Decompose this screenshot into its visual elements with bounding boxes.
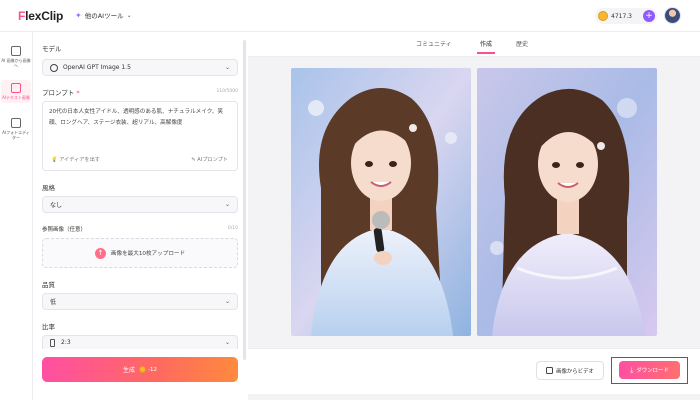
model-label: モデル xyxy=(42,45,62,53)
ratio-label: 比率 xyxy=(42,323,55,331)
required-mark: * xyxy=(76,89,80,97)
flexclip-logo[interactable]: FlexClip xyxy=(18,9,63,23)
chevron-down-icon: ⌄ xyxy=(126,11,132,19)
style-value: なし xyxy=(50,202,63,209)
text-to-image-icon xyxy=(11,83,21,93)
chevron-down-icon: ⌄ xyxy=(224,64,230,71)
ratio-value: 2:3 xyxy=(61,339,71,346)
idol-photo-2 xyxy=(477,68,657,336)
photo-editor-icon xyxy=(11,118,21,128)
bottom-action-bar: 画像からビデオ ⤓ ダウンロード xyxy=(248,348,700,394)
settings-panel: モデル OpenAI GPT Image 1.5 ⌄ プロンプト * 110/5… xyxy=(34,32,246,400)
ai-prompt-label: AIプロンプト xyxy=(197,157,228,163)
prompt-label-text: プロンプト xyxy=(42,89,75,97)
prompt-textarea[interactable]: 20代の日本人女性アイドル、透明感のある肌、ナチュラルメイク、笑顔、ロングヘア、… xyxy=(42,101,238,171)
model-value: OpenAI GPT Image 1.5 xyxy=(63,64,131,71)
add-credits-button[interactable]: + xyxy=(643,10,655,22)
upload-images-button[interactable]: ↑ 画像を最大10枚アップロード xyxy=(42,238,238,268)
style-label: 風格 xyxy=(42,184,55,192)
credits-value: 4717.3 xyxy=(611,12,632,20)
ai-prompt-button[interactable]: ✎ AIプロンプト xyxy=(191,156,228,163)
other-ai-tools-menu[interactable]: ✦ 他のAIツール ⌄ xyxy=(75,10,132,21)
coin-icon xyxy=(598,11,608,21)
download-button[interactable]: ⤓ ダウンロード xyxy=(619,361,680,379)
generate-button[interactable]: 生成 -12 xyxy=(42,357,238,382)
main-area: コミュニティ 作成 歴史 画像からビデオ ⤓ ダウンロード xyxy=(248,32,700,400)
download-label: ダウンロード xyxy=(636,368,669,374)
ratio-select[interactable]: 2:3 ⌄ xyxy=(42,335,238,349)
generate-label: 生成 xyxy=(123,367,136,374)
reference-image-label: 参照画像（任意） xyxy=(42,227,87,233)
image-to-image-icon xyxy=(11,46,21,56)
user-avatar[interactable] xyxy=(664,7,681,24)
prompt-text[interactable]: 20代の日本人女性アイドル、透明感のある肌、ナチュラルメイク、笑顔、ロングヘア、… xyxy=(49,107,233,128)
sparkle-icon: ✦ xyxy=(75,10,82,20)
prompt-counter: 110/5000 xyxy=(216,89,238,94)
quality-select[interactable]: 低 ⌄ xyxy=(42,293,238,310)
cost-value: -12 xyxy=(148,366,157,373)
chevron-down-icon: ⌄ xyxy=(224,201,230,208)
nav-item-photo-editor[interactable]: AIフォトエディター xyxy=(1,118,31,140)
reference-counter: 0/10 xyxy=(227,226,238,231)
nav-item-label: AIフォトエディター xyxy=(2,130,30,140)
tab-create[interactable]: 作成 xyxy=(476,39,496,54)
image-to-video-label: 画像からビデオ xyxy=(556,368,594,375)
generated-image-2[interactable] xyxy=(477,68,657,336)
quality-value: 低 xyxy=(50,299,57,306)
nav-item-label: AI 画像から画像へ xyxy=(1,58,31,68)
left-tool-nav: AI 画像から画像へ AIテキスト画像 AIフォトエディター xyxy=(0,32,33,400)
style-select[interactable]: なし ⌄ xyxy=(42,196,238,213)
idol-photo-1 xyxy=(291,68,471,336)
nav-item-image-to-image[interactable]: AI 画像から画像へ xyxy=(1,46,31,68)
top-bar: FlexClip ✦ 他のAIツール ⌄ 4717.3 + xyxy=(0,0,700,32)
logo-text: lexClip xyxy=(25,9,64,23)
prompt-label: プロンプト * xyxy=(42,87,80,97)
generated-image-1[interactable] xyxy=(291,68,471,336)
video-icon xyxy=(546,367,554,374)
panel-scrollbar[interactable] xyxy=(243,40,246,360)
tab-history[interactable]: 歴史 xyxy=(516,39,528,48)
upload-icon: ↑ xyxy=(94,247,106,259)
image-to-video-button[interactable]: 画像からビデオ xyxy=(536,361,604,380)
model-select[interactable]: OpenAI GPT Image 1.5 ⌄ xyxy=(42,59,238,76)
tab-bar: コミュニティ 作成 歴史 xyxy=(248,32,700,57)
credits-badge[interactable]: 4717.3 + xyxy=(595,8,657,24)
ai-tools-label: 他のAIツール xyxy=(84,12,124,20)
openai-icon xyxy=(50,63,58,72)
tab-community[interactable]: コミュニティ xyxy=(416,39,452,48)
portrait-ratio-icon xyxy=(50,338,55,347)
idea-label: アイディアを出す xyxy=(59,157,100,163)
chevron-down-icon: ⌄ xyxy=(224,339,230,346)
generate-idea-button[interactable]: 💡 アイディアを出す xyxy=(51,156,100,163)
quality-label: 品質 xyxy=(42,281,55,289)
nav-item-label: AIテキスト画像 xyxy=(2,95,30,100)
upload-label: 画像を最大10枚アップロード xyxy=(110,251,186,257)
generate-cost: -12 xyxy=(139,366,157,373)
chevron-down-icon: ⌄ xyxy=(224,298,230,305)
coin-icon xyxy=(139,366,147,373)
download-icon: ⤓ xyxy=(630,365,634,374)
download-highlight-box: ⤓ ダウンロード xyxy=(611,357,688,384)
nav-item-text-to-image[interactable]: AIテキスト画像 xyxy=(1,80,31,103)
